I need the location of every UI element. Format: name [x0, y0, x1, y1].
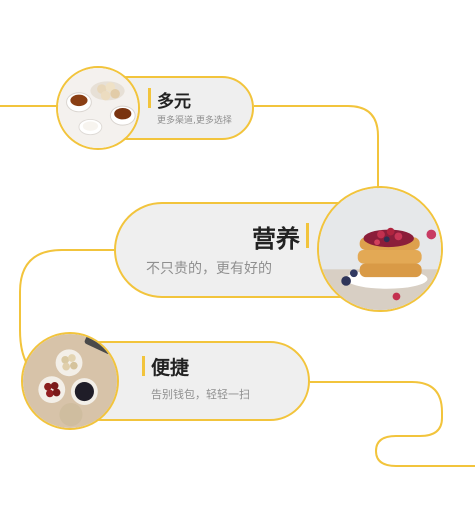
accent-bar	[148, 88, 151, 108]
feature-title-nutrition: 营养	[252, 225, 300, 253]
accent-bar	[306, 223, 309, 248]
accent-bar	[142, 356, 145, 376]
feature-title-convenience: 便捷	[151, 357, 190, 379]
feature-subtitle-nutrition: 不只贵的，更有好的	[146, 261, 272, 277]
feature-title-variety: 多元	[157, 92, 191, 112]
tea-and-snacks-image	[56, 66, 140, 150]
feature-timeline: 多元 更多渠道,更多选择 营养 不只贵的，更有好的 便捷 告别钱包，轻轻一扫	[0, 0, 475, 506]
feature-subtitle-variety: 更多渠道,更多选择	[157, 116, 232, 126]
feature-subtitle-convenience: 告别钱包，轻轻一扫	[151, 388, 250, 401]
snack-bowls-image	[21, 332, 119, 430]
waffles-with-berries-image	[317, 186, 443, 312]
